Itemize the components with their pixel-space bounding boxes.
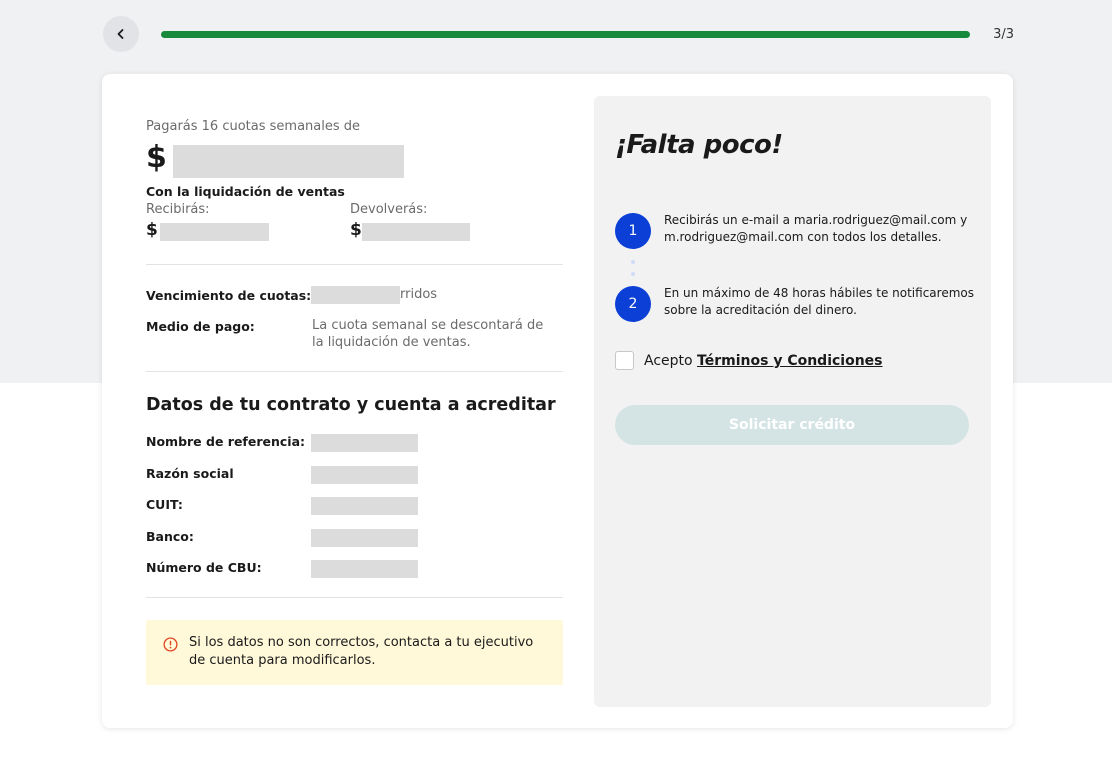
receive-amount-redacted [160, 223, 269, 241]
settlement-title: Con la liquidación de ventas [146, 184, 345, 199]
step-text: Recibirás un e-mail a maria.rodriguez@ma… [664, 213, 968, 244]
field-value-redacted [311, 529, 418, 547]
panel-title: ¡Falta poco! [615, 130, 783, 160]
terms-checkbox[interactable] [615, 351, 634, 370]
step-connector-dot [631, 260, 635, 264]
terms-link[interactable]: Términos y Condiciones [697, 353, 882, 369]
field-value-redacted [311, 466, 418, 484]
request-credit-button[interactable]: Solicitar crédito [615, 405, 969, 445]
field-label-cbu: Número de CBU: [146, 560, 262, 575]
alert-text: Si los datos no son correctos, contacta … [189, 635, 534, 668]
next-steps-panel: ¡Falta poco! 1 Recibirás un e-mail a mar… [594, 96, 991, 707]
step-text: En un máximo de 48 horas hábiles te noti… [664, 286, 974, 317]
progress-fill [161, 31, 970, 38]
installment-currency: $ [146, 140, 167, 175]
receive-label: Recibirás: [146, 202, 210, 217]
field-label-reference-name: Nombre de referencia: [146, 434, 306, 449]
field-value-redacted [311, 434, 418, 452]
contract-title: Datos de tu contrato y cuenta a acredita… [146, 395, 556, 415]
field-label-business-name: Razón social [146, 466, 234, 481]
payment-value: La cuota semanal se descontará de la liq… [312, 318, 544, 350]
divider [146, 264, 563, 265]
return-currency: $ [350, 220, 362, 240]
field-value-redacted [311, 497, 418, 515]
return-label: Devolverás: [350, 202, 428, 217]
summary-card: Pagarás 16 cuotas semanales de $ Con la … [102, 74, 1013, 728]
terms-label: Acepto Términos y Condiciones [644, 353, 883, 369]
due-value-suffix: rridos [400, 287, 438, 302]
chevron-left-icon [117, 29, 124, 39]
field-value-redacted [311, 560, 418, 578]
step-number-badge: 1 [615, 213, 651, 249]
payment-label: Medio de pago: [146, 319, 255, 334]
installments-text: Pagarás 16 cuotas semanales de [146, 119, 361, 134]
return-amount-redacted [362, 223, 470, 241]
warning-alert: Si los datos no son correctos, contacta … [146, 620, 563, 685]
divider [146, 597, 563, 598]
due-value-redacted [311, 286, 400, 304]
field-label-bank: Banco: [146, 529, 194, 544]
back-button[interactable] [103, 16, 139, 52]
progress-bar [161, 31, 970, 38]
step-counter: 3/3 [993, 27, 1014, 42]
info-icon [163, 637, 178, 652]
step-number-badge: 2 [615, 286, 651, 322]
due-label: Vencimiento de cuotas: [146, 288, 312, 303]
divider [146, 371, 563, 372]
receive-currency: $ [146, 220, 158, 240]
terms-prefix: Acepto [644, 353, 693, 369]
field-label-cuit: CUIT: [146, 497, 183, 512]
step-connector-dot [631, 272, 635, 276]
installment-amount-redacted [173, 145, 404, 178]
